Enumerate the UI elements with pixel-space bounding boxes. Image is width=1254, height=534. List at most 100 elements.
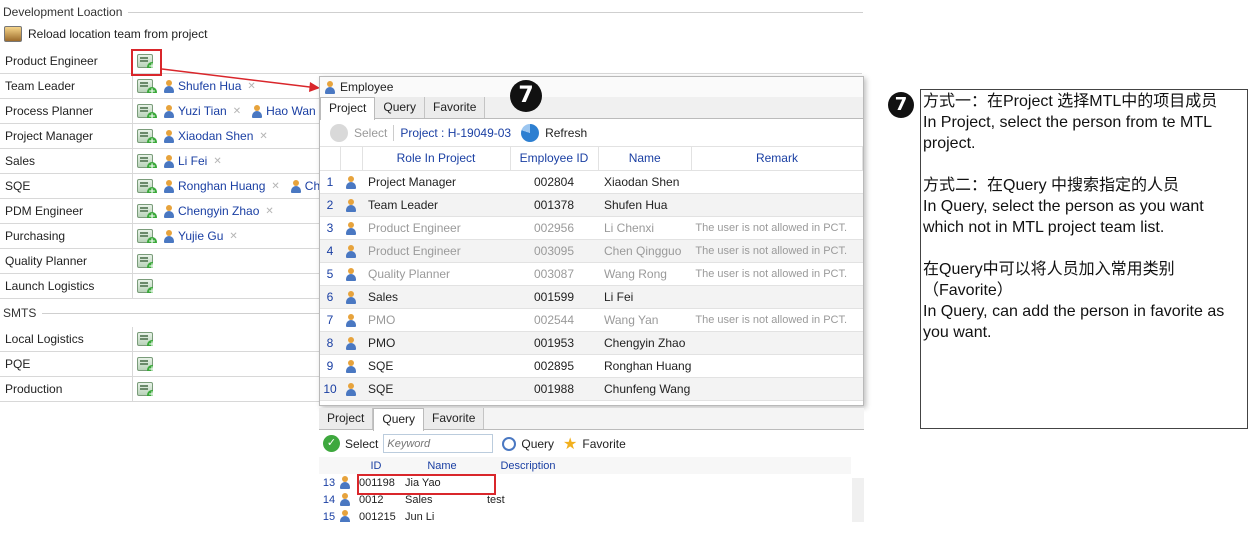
- col-employee-id[interactable]: Employee ID: [510, 147, 599, 171]
- cell-role: Product Engineer: [362, 216, 510, 240]
- table-row[interactable]: 9 SQE 002895 Ronghan Huang: [320, 354, 863, 378]
- remove-icon[interactable]: ✕: [265, 206, 273, 217]
- person-name: Yuzi Tian: [178, 104, 227, 118]
- person-chip[interactable]: Ronghan Huang ✕: [163, 179, 280, 193]
- group-title: Development Loaction: [3, 5, 123, 19]
- reload-label: Reload location team from project: [28, 27, 208, 41]
- tab-favorite[interactable]: Favorite: [424, 408, 485, 429]
- person-icon: [163, 204, 175, 218]
- tab-project[interactable]: Project: [319, 408, 374, 429]
- person-icon: [339, 493, 351, 506]
- cell-remark: The user is not allowed in PCT.: [691, 239, 863, 263]
- project-selector[interactable]: Project : H-19049-03: [400, 126, 511, 140]
- person-name: Ronghan Huang: [178, 179, 266, 193]
- add-person-icon[interactable]: [137, 254, 153, 268]
- col-description[interactable]: Description: [487, 457, 569, 474]
- cell-name: Wang Rong: [598, 262, 692, 286]
- row-number: 1: [320, 170, 340, 194]
- cell-name: Chen Qingguo: [598, 239, 692, 263]
- table-row[interactable]: 3 Product Engineer 002956 Li Chenxi The user…: [320, 216, 863, 240]
- table-row[interactable]: 10 SQE 001988 Chunfeng Wang: [320, 377, 863, 401]
- favorite-button[interactable]: Favorite: [582, 437, 625, 451]
- remove-icon[interactable]: ✕: [259, 131, 267, 142]
- cell-role: Team Leader: [362, 193, 510, 217]
- col-remark[interactable]: Remark: [691, 147, 863, 171]
- col-name[interactable]: Name: [397, 457, 487, 474]
- cell-name: Ronghan Huang: [598, 354, 692, 378]
- col-id[interactable]: ID: [355, 457, 397, 474]
- row-number: 6: [320, 285, 340, 309]
- cell-employee-id: 003095: [510, 239, 598, 263]
- add-person-icon[interactable]: [137, 204, 157, 218]
- table-row[interactable]: 15 001215 Jun Li: [319, 508, 851, 522]
- cell-name: Shufen Hua: [598, 193, 692, 217]
- add-person-icon[interactable]: [137, 104, 157, 118]
- person-icon-cell: [340, 262, 362, 286]
- tab-favorite[interactable]: Favorite: [425, 97, 486, 118]
- person-chip[interactable]: Yujie Gu ✕: [163, 229, 238, 243]
- add-person-icon[interactable]: [137, 154, 157, 168]
- col-name[interactable]: Name: [598, 147, 692, 171]
- add-person-icon[interactable]: [137, 332, 153, 346]
- scrollbar[interactable]: [852, 478, 864, 522]
- col-role[interactable]: Role In Project: [362, 147, 511, 171]
- select-button[interactable]: Select: [354, 126, 387, 140]
- person-chip[interactable]: Xiaodan Shen ✕: [163, 129, 268, 143]
- table-row[interactable]: 4 Product Engineer 003095 Chen Qingguo The u…: [320, 239, 863, 263]
- table-row[interactable]: 1 Project Manager 002804 Xiaodan Shen: [320, 170, 863, 194]
- note-line: [923, 154, 1245, 175]
- add-person-icon[interactable]: [137, 179, 157, 193]
- add-person-icon[interactable]: [137, 279, 153, 293]
- reload-team-icon: [4, 26, 22, 42]
- role-label: Project Manager: [0, 124, 133, 148]
- person-icon-cell: [340, 285, 362, 309]
- table-row[interactable]: 8 PMO 001953 Chengyin Zhao: [320, 331, 863, 355]
- tab-project[interactable]: Project: [320, 97, 376, 120]
- role-label: Production: [0, 377, 133, 401]
- note-line: 在Query中可以将人员加入常用类别（Favorite）: [923, 261, 1175, 299]
- person-icon: [339, 510, 351, 522]
- role-label: Purchasing: [0, 224, 133, 248]
- reload-button[interactable]: Reload location team from project: [4, 26, 207, 42]
- role-row: Product Engineer: [0, 49, 862, 74]
- cell-role: PMO: [362, 308, 510, 332]
- query-panel: Project Query Favorite ✓ Select Query ★ …: [319, 408, 864, 522]
- cell-role: Quality Planner: [362, 262, 510, 286]
- remove-icon[interactable]: ✕: [271, 181, 279, 192]
- person-chip[interactable]: Li Fei ✕: [163, 154, 222, 168]
- query-button[interactable]: Query: [521, 437, 554, 451]
- person-icon: [163, 179, 175, 193]
- tab-query[interactable]: Query: [375, 97, 426, 118]
- add-person-icon[interactable]: [137, 129, 157, 143]
- cell-remark: The user is not allowed in PCT.: [691, 308, 863, 332]
- table-row[interactable]: 5 Quality Planner 003087 Wang Rong The user …: [320, 262, 863, 286]
- annotation-note: 方式一：在Project 选择MTL中的项目成员 In Project, sele…: [920, 89, 1248, 429]
- remove-icon[interactable]: ✕: [233, 106, 241, 117]
- person-icon: [345, 290, 357, 304]
- add-person-icon[interactable]: [137, 79, 157, 93]
- refresh-button[interactable]: Refresh: [545, 126, 587, 140]
- remove-icon[interactable]: ✕: [213, 156, 221, 167]
- person-icon-cell: [340, 377, 362, 401]
- cell-name: Li Chenxi: [598, 216, 692, 240]
- person-chip[interactable]: Chengyin Zhao ✕: [163, 204, 274, 218]
- add-person-icon[interactable]: [137, 229, 157, 243]
- cell-name: Xiaodan Shen: [598, 170, 692, 194]
- select-button[interactable]: Select: [345, 437, 378, 451]
- note-line: [923, 238, 1245, 259]
- keyword-input[interactable]: [383, 434, 494, 453]
- role-value: Ronghan Huang ✕ Ch ✕: [133, 179, 335, 193]
- table-row[interactable]: 6 Sales 001599 Li Fei: [320, 285, 863, 309]
- dialog-tabs: Project Query Favorite: [320, 97, 863, 120]
- cell-remark: The user is not allowed in PCT.: [691, 216, 863, 240]
- add-person-icon[interactable]: [137, 357, 153, 371]
- tab-query[interactable]: Query: [373, 408, 425, 431]
- person-icon: [345, 244, 357, 258]
- table-row[interactable]: 7 PMO 002544 Wang Yan The user is not allowe…: [320, 308, 863, 332]
- cell-employee-id: 001599: [510, 285, 598, 309]
- remove-icon[interactable]: ✕: [229, 231, 237, 242]
- table-row[interactable]: 2 Team Leader 001378 Shufen Hua: [320, 193, 863, 217]
- add-person-icon[interactable]: [137, 382, 153, 396]
- person-chip[interactable]: Yuzi Tian ✕: [163, 104, 241, 118]
- cell-name: Chunfeng Wang: [598, 377, 692, 401]
